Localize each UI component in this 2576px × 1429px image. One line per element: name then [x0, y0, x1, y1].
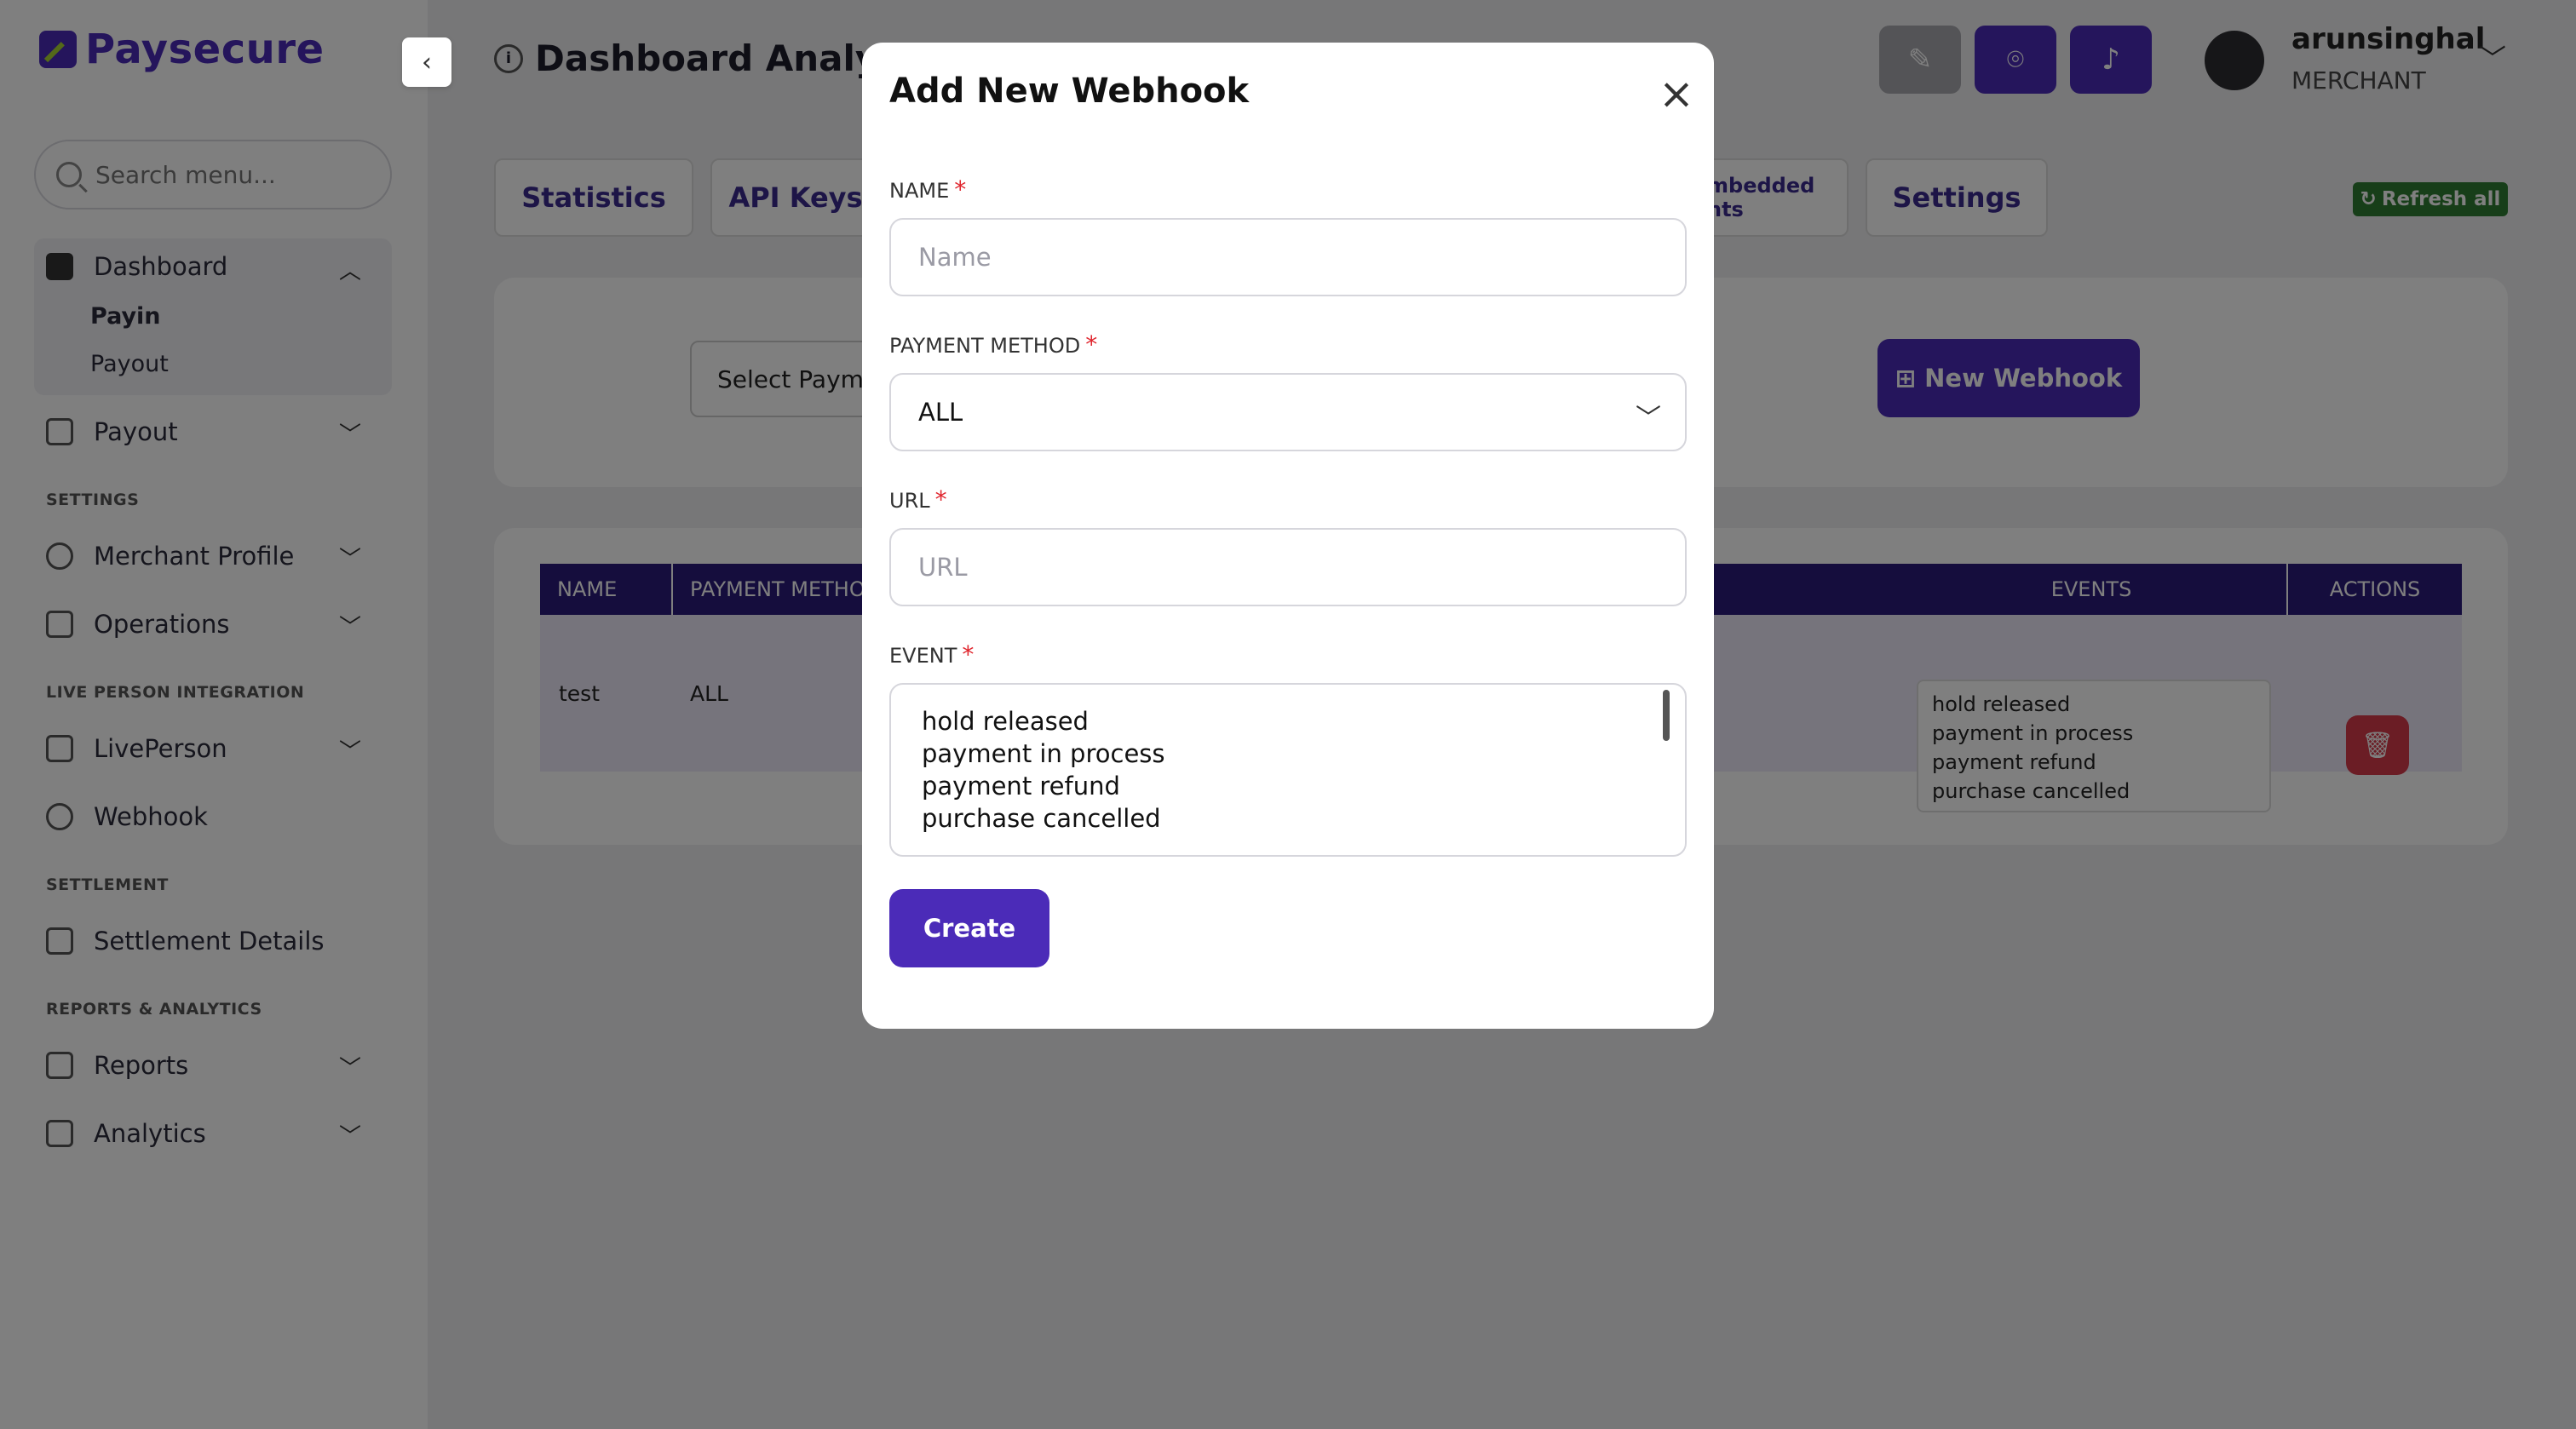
- add-webhook-modal: Add New Webhook × NAME* PAYMENT METHOD* …: [862, 43, 1714, 1029]
- required-mark: *: [934, 485, 947, 514]
- url-label-text: URL: [889, 489, 930, 513]
- event-label-text: EVENT: [889, 644, 957, 668]
- create-button[interactable]: Create: [889, 889, 1049, 967]
- sidebar-collapse-button[interactable]: ‹: [402, 37, 451, 87]
- required-mark: *: [1085, 330, 1098, 359]
- event-label: EVENT *: [889, 640, 974, 669]
- payment-method-label: PAYMENT METHOD *: [889, 330, 1097, 359]
- event-option[interactable]: payment in process: [922, 737, 1654, 770]
- chevron-down-icon: ﹀: [1636, 404, 1661, 433]
- payment-method-select[interactable]: ALL ﹀: [889, 373, 1687, 451]
- url-label: URL *: [889, 485, 947, 514]
- name-field[interactable]: [889, 218, 1687, 296]
- event-option[interactable]: purchase cancelled: [922, 802, 1654, 835]
- modal-title: Add New Webhook: [889, 72, 1250, 111]
- payment-method-value: ALL: [918, 398, 963, 427]
- event-scrollbar[interactable]: [1663, 690, 1670, 741]
- event-option[interactable]: payment refund: [922, 770, 1654, 802]
- name-label: NAME *: [889, 175, 966, 204]
- url-field[interactable]: [889, 528, 1687, 606]
- close-icon[interactable]: ×: [1654, 72, 1699, 118]
- event-option[interactable]: hold released: [922, 705, 1654, 737]
- payment-method-label-text: PAYMENT METHOD: [889, 334, 1081, 358]
- name-label-text: NAME: [889, 179, 950, 203]
- required-mark: *: [962, 640, 975, 669]
- required-mark: *: [954, 175, 967, 204]
- event-multiselect[interactable]: hold released payment in process payment…: [889, 683, 1687, 857]
